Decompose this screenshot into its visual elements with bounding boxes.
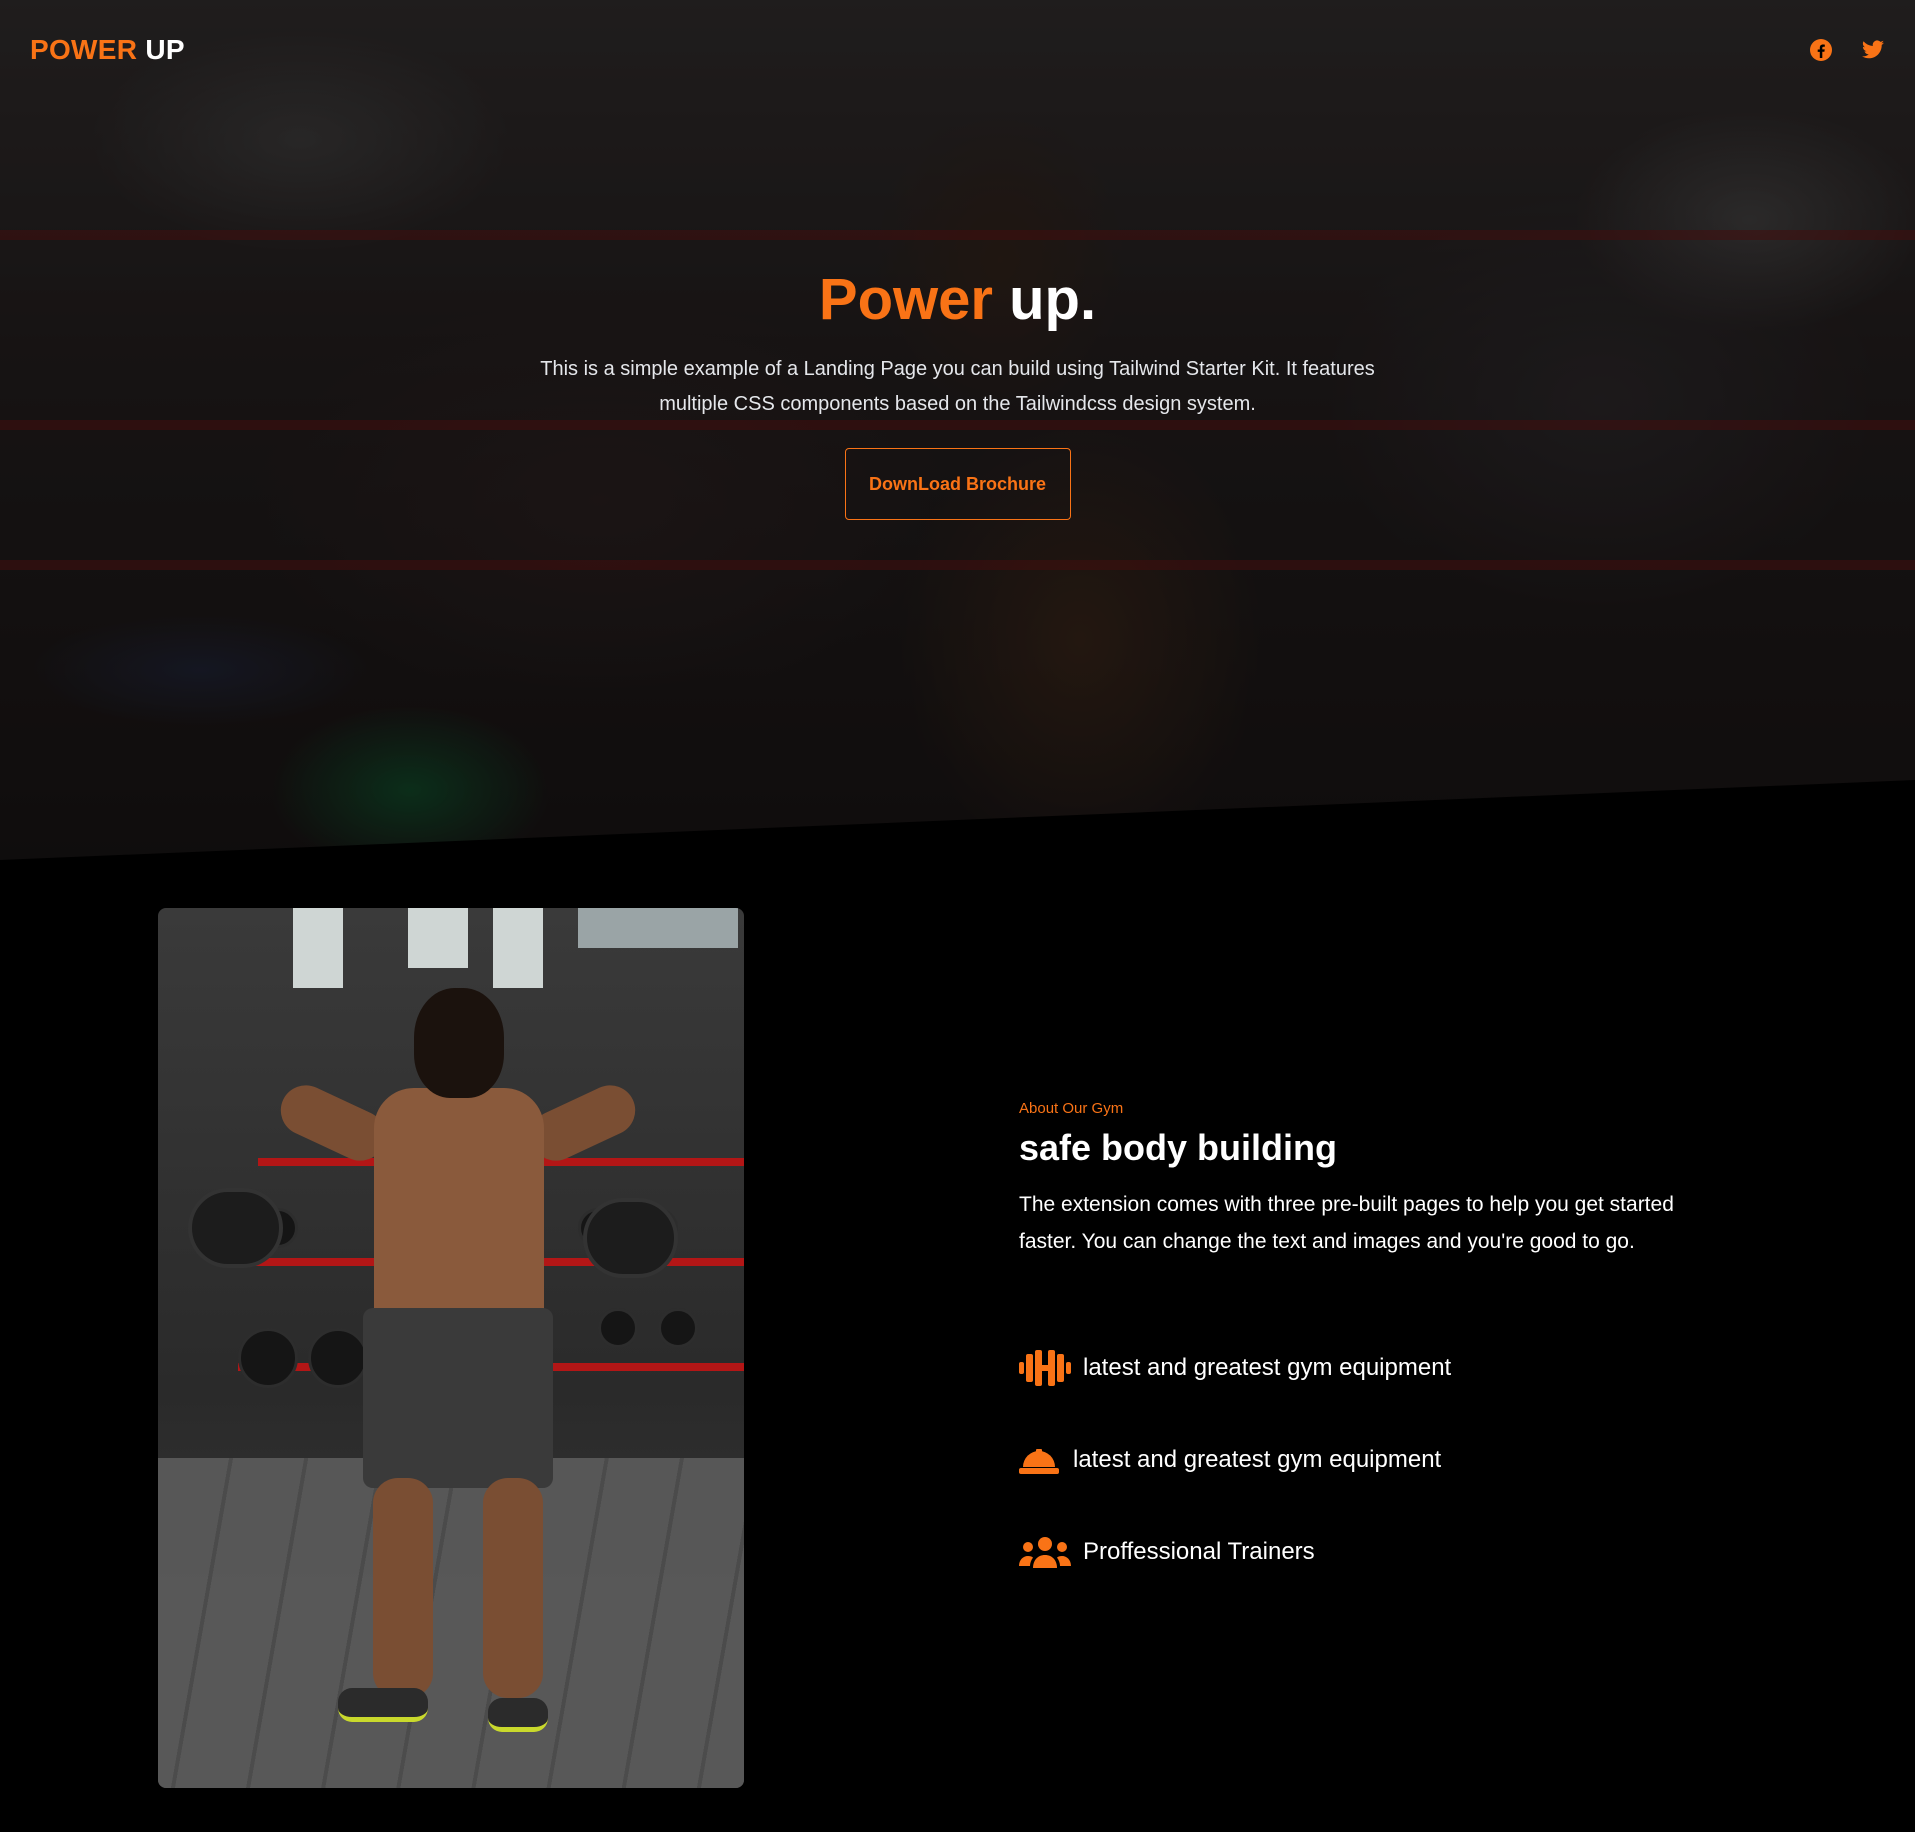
- download-brochure-button[interactable]: DownLoad Brochure: [844, 448, 1071, 520]
- feature-label: Proffessional Trainers: [1083, 1538, 1315, 1565]
- about-gym-photo: [158, 908, 744, 1788]
- dumbbell-icon: [1019, 1348, 1073, 1388]
- hard-hat-icon: [1019, 1440, 1063, 1480]
- social-links: [1809, 38, 1885, 62]
- users-icon: [1019, 1532, 1073, 1572]
- hero-title: Power up.: [0, 262, 1915, 338]
- twitter-icon[interactable]: [1861, 38, 1885, 62]
- landing-page: POWER UP Power up. This is a simple exam…: [0, 0, 1915, 1832]
- about-body: The extension comes with three pre-built…: [1019, 1193, 1674, 1253]
- feature-item-equipment: latest and greatest gym equipment: [1019, 1348, 1451, 1388]
- brand-word-up: UP: [145, 34, 185, 65]
- feature-item-trainers: Proffessional Trainers: [1019, 1532, 1315, 1572]
- hero-subtitle: This is a simple example of a Landing Pa…: [540, 358, 1375, 415]
- feature-label: latest and greatest gym equipment: [1073, 1446, 1442, 1473]
- hero-title-rest: up.: [1009, 267, 1097, 332]
- hero-title-accent: Power: [818, 267, 993, 332]
- feature-item-safety: latest and greatest gym equipment: [1019, 1440, 1441, 1480]
- hero-content: Power up. This is a simple example of a …: [0, 262, 1915, 520]
- top-nav: POWER UP: [0, 0, 1915, 100]
- facebook-icon[interactable]: [1809, 38, 1833, 62]
- brand-logo[interactable]: POWER UP: [30, 34, 185, 66]
- about-title: safe body building: [1019, 1127, 1338, 1168]
- about-eyebrow: About Our Gym: [1019, 1100, 1124, 1117]
- brand-word-power: POWER: [30, 34, 138, 65]
- about-section: About Our Gym safe body building The ext…: [1019, 1098, 1699, 1568]
- feature-label: latest and greatest gym equipment: [1083, 1354, 1452, 1381]
